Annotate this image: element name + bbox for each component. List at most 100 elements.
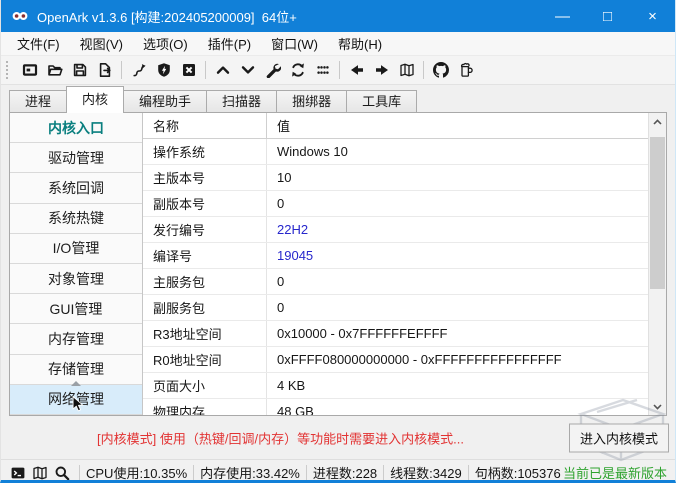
table-row[interactable]: 编译号 19045 xyxy=(143,243,666,269)
scrollbar-up-button[interactable] xyxy=(649,113,666,130)
status-separator xyxy=(383,465,384,480)
toolbar-button-settings[interactable] xyxy=(260,58,285,82)
table-row[interactable]: 页面大小 4 KB xyxy=(143,373,666,399)
tab-process[interactable]: 进程 xyxy=(9,90,67,112)
column-header-value[interactable]: 值 xyxy=(266,113,666,138)
cell-name: 编译号 xyxy=(143,243,266,268)
cell-name: 操作系统 xyxy=(143,139,266,164)
status-bar: CPU使用:10.35% 内存使用:33.42% 进程数:228 线程数:342… xyxy=(1,459,675,483)
app-logo-icon xyxy=(11,7,29,25)
toolbar-button-save[interactable] xyxy=(67,58,92,82)
sidebar-item-kernel-entry[interactable]: 内核入口 xyxy=(10,113,142,143)
mouse-cursor-icon xyxy=(72,396,84,412)
cell-value: Windows 10 xyxy=(266,139,666,164)
toolbar-button-refresh[interactable] xyxy=(285,58,310,82)
memory-usage: 内存使用:33.42% xyxy=(200,463,300,482)
toolbar-button-back[interactable] xyxy=(344,58,369,82)
maximize-button[interactable]: □ xyxy=(585,0,630,32)
sidebar-item-driver-manage[interactable]: 驱动管理 xyxy=(10,143,142,173)
status-search-button[interactable] xyxy=(54,465,70,481)
scrollbar-down-button[interactable] xyxy=(649,398,666,415)
menu-item-window[interactable]: 窗口(W) xyxy=(261,34,328,53)
table-row[interactable]: 物理内存 48 GB xyxy=(143,399,666,415)
refresh-icon xyxy=(290,62,306,78)
toolbar-grip[interactable] xyxy=(6,61,13,79)
tab-scanner[interactable]: 扫描器 xyxy=(206,90,277,112)
toolbar-button-export[interactable] xyxy=(92,58,117,82)
table-row[interactable]: 副版本号 0 xyxy=(143,191,666,217)
scroll-up-hint-icon xyxy=(71,381,81,386)
update-status[interactable]: 当前已是最新版本 xyxy=(563,463,667,482)
cpu-usage: CPU使用:10.35% xyxy=(86,463,187,482)
table-row[interactable]: 副服务包 0 xyxy=(143,295,666,321)
menu-item-options[interactable]: 选项(O) xyxy=(133,34,198,53)
wrench-icon xyxy=(265,62,281,78)
thread-count: 线程数:3429 xyxy=(390,463,462,482)
beer-mug-icon xyxy=(458,62,474,78)
map-book-icon xyxy=(32,465,48,481)
title-bar: OpenArk v1.3.6 [构建:202405200009] 64位+ — … xyxy=(1,0,675,32)
toolbar-button-forward[interactable] xyxy=(369,58,394,82)
table-row[interactable]: 发行编号 22H2 xyxy=(143,217,666,243)
menu-item-view[interactable]: 视图(V) xyxy=(70,34,133,53)
column-header-name[interactable]: 名称 xyxy=(143,113,266,138)
menu-item-help[interactable]: 帮助(H) xyxy=(328,34,392,53)
close-button[interactable]: × xyxy=(630,0,675,32)
sidebar-item-system-callback[interactable]: 系统回调 xyxy=(10,173,142,203)
toolbar-button-route[interactable] xyxy=(126,58,151,82)
process-count: 进程数:228 xyxy=(313,463,377,482)
minimize-button[interactable]: — xyxy=(540,0,585,32)
notice-band: [内核模式] 使用（热键/回调/内存）等功能时需要进入内核模式... 进入内核模… xyxy=(1,416,675,459)
toolbar-button-shield[interactable] xyxy=(151,58,176,82)
tab-bundler[interactable]: 捆绑器 xyxy=(276,90,347,112)
shield-bolt-icon xyxy=(156,62,172,78)
sidebar-item-io-manage[interactable]: I/O管理 xyxy=(10,234,142,264)
scrollbar-thumb[interactable] xyxy=(650,137,665,289)
cell-name: 物理内存 xyxy=(143,399,266,415)
status-console-button[interactable] xyxy=(10,465,26,481)
toolbar-button-console[interactable] xyxy=(17,58,42,82)
sidebar-item-memory-manage[interactable]: 内存管理 xyxy=(10,324,142,354)
toolbar-button-scroll-top[interactable] xyxy=(210,58,235,82)
menu-item-plugins[interactable]: 插件(P) xyxy=(198,34,261,53)
toolbar-button-open[interactable] xyxy=(42,58,67,82)
status-separator xyxy=(306,465,307,480)
kernel-sidebar: 内核入口 驱动管理 系统回调 系统热键 I/O管理 对象管理 GUI管理 内存管… xyxy=(10,113,143,415)
cell-value-link[interactable]: 19045 xyxy=(266,243,666,268)
tab-kernel[interactable]: 内核 xyxy=(66,86,124,113)
menu-item-file[interactable]: 文件(F) xyxy=(7,34,70,53)
table-scrollbar[interactable] xyxy=(648,113,666,415)
sidebar-item-network-manage[interactable]: 网络管理 xyxy=(10,385,142,415)
status-separator xyxy=(193,465,194,480)
enter-kernel-mode-button[interactable]: 进入内核模式 xyxy=(569,423,669,452)
cell-value: 4 KB xyxy=(266,373,666,398)
github-icon xyxy=(433,62,449,78)
sidebar-item-system-hotkey[interactable]: 系统热键 xyxy=(10,204,142,234)
toolbar-button-github[interactable] xyxy=(428,58,453,82)
open-folder-icon xyxy=(47,62,63,78)
cell-value: 10 xyxy=(266,165,666,190)
export-file-icon xyxy=(97,62,113,78)
table-row[interactable]: R0地址空间 0xFFFF080000000000 - 0xFFFFFFFFFF… xyxy=(143,347,666,373)
kernel-panel: 内核入口 驱动管理 系统回调 系统热键 I/O管理 对象管理 GUI管理 内存管… xyxy=(9,112,667,416)
table-row[interactable]: R3地址空间 0x10000 - 0x7FFFFFFEFFFF xyxy=(143,321,666,347)
route-icon xyxy=(131,62,147,78)
cell-value-link[interactable]: 22H2 xyxy=(266,217,666,242)
toolbar-separator xyxy=(423,61,424,79)
terminal-icon xyxy=(10,465,26,481)
arrow-right-icon xyxy=(374,62,390,78)
table-row[interactable]: 主版本号 10 xyxy=(143,165,666,191)
table-row[interactable]: 主服务包 0 xyxy=(143,269,666,295)
tab-toolbox[interactable]: 工具库 xyxy=(346,90,417,112)
toolbar-button-kill[interactable] xyxy=(176,58,201,82)
toolbar-button-more-tools[interactable] xyxy=(310,58,335,82)
toolbar-button-manual[interactable] xyxy=(394,58,419,82)
cell-value: 0 xyxy=(266,269,666,294)
table-row[interactable]: 操作系统 Windows 10 xyxy=(143,139,666,165)
toolbar-button-sponsor[interactable] xyxy=(453,58,478,82)
status-manual-button[interactable] xyxy=(32,465,48,481)
sidebar-item-gui-manage[interactable]: GUI管理 xyxy=(10,294,142,324)
sidebar-item-object-manage[interactable]: 对象管理 xyxy=(10,264,142,294)
toolbar-button-scroll-bottom[interactable] xyxy=(235,58,260,82)
tab-coder-assist[interactable]: 编程助手 xyxy=(123,90,207,112)
